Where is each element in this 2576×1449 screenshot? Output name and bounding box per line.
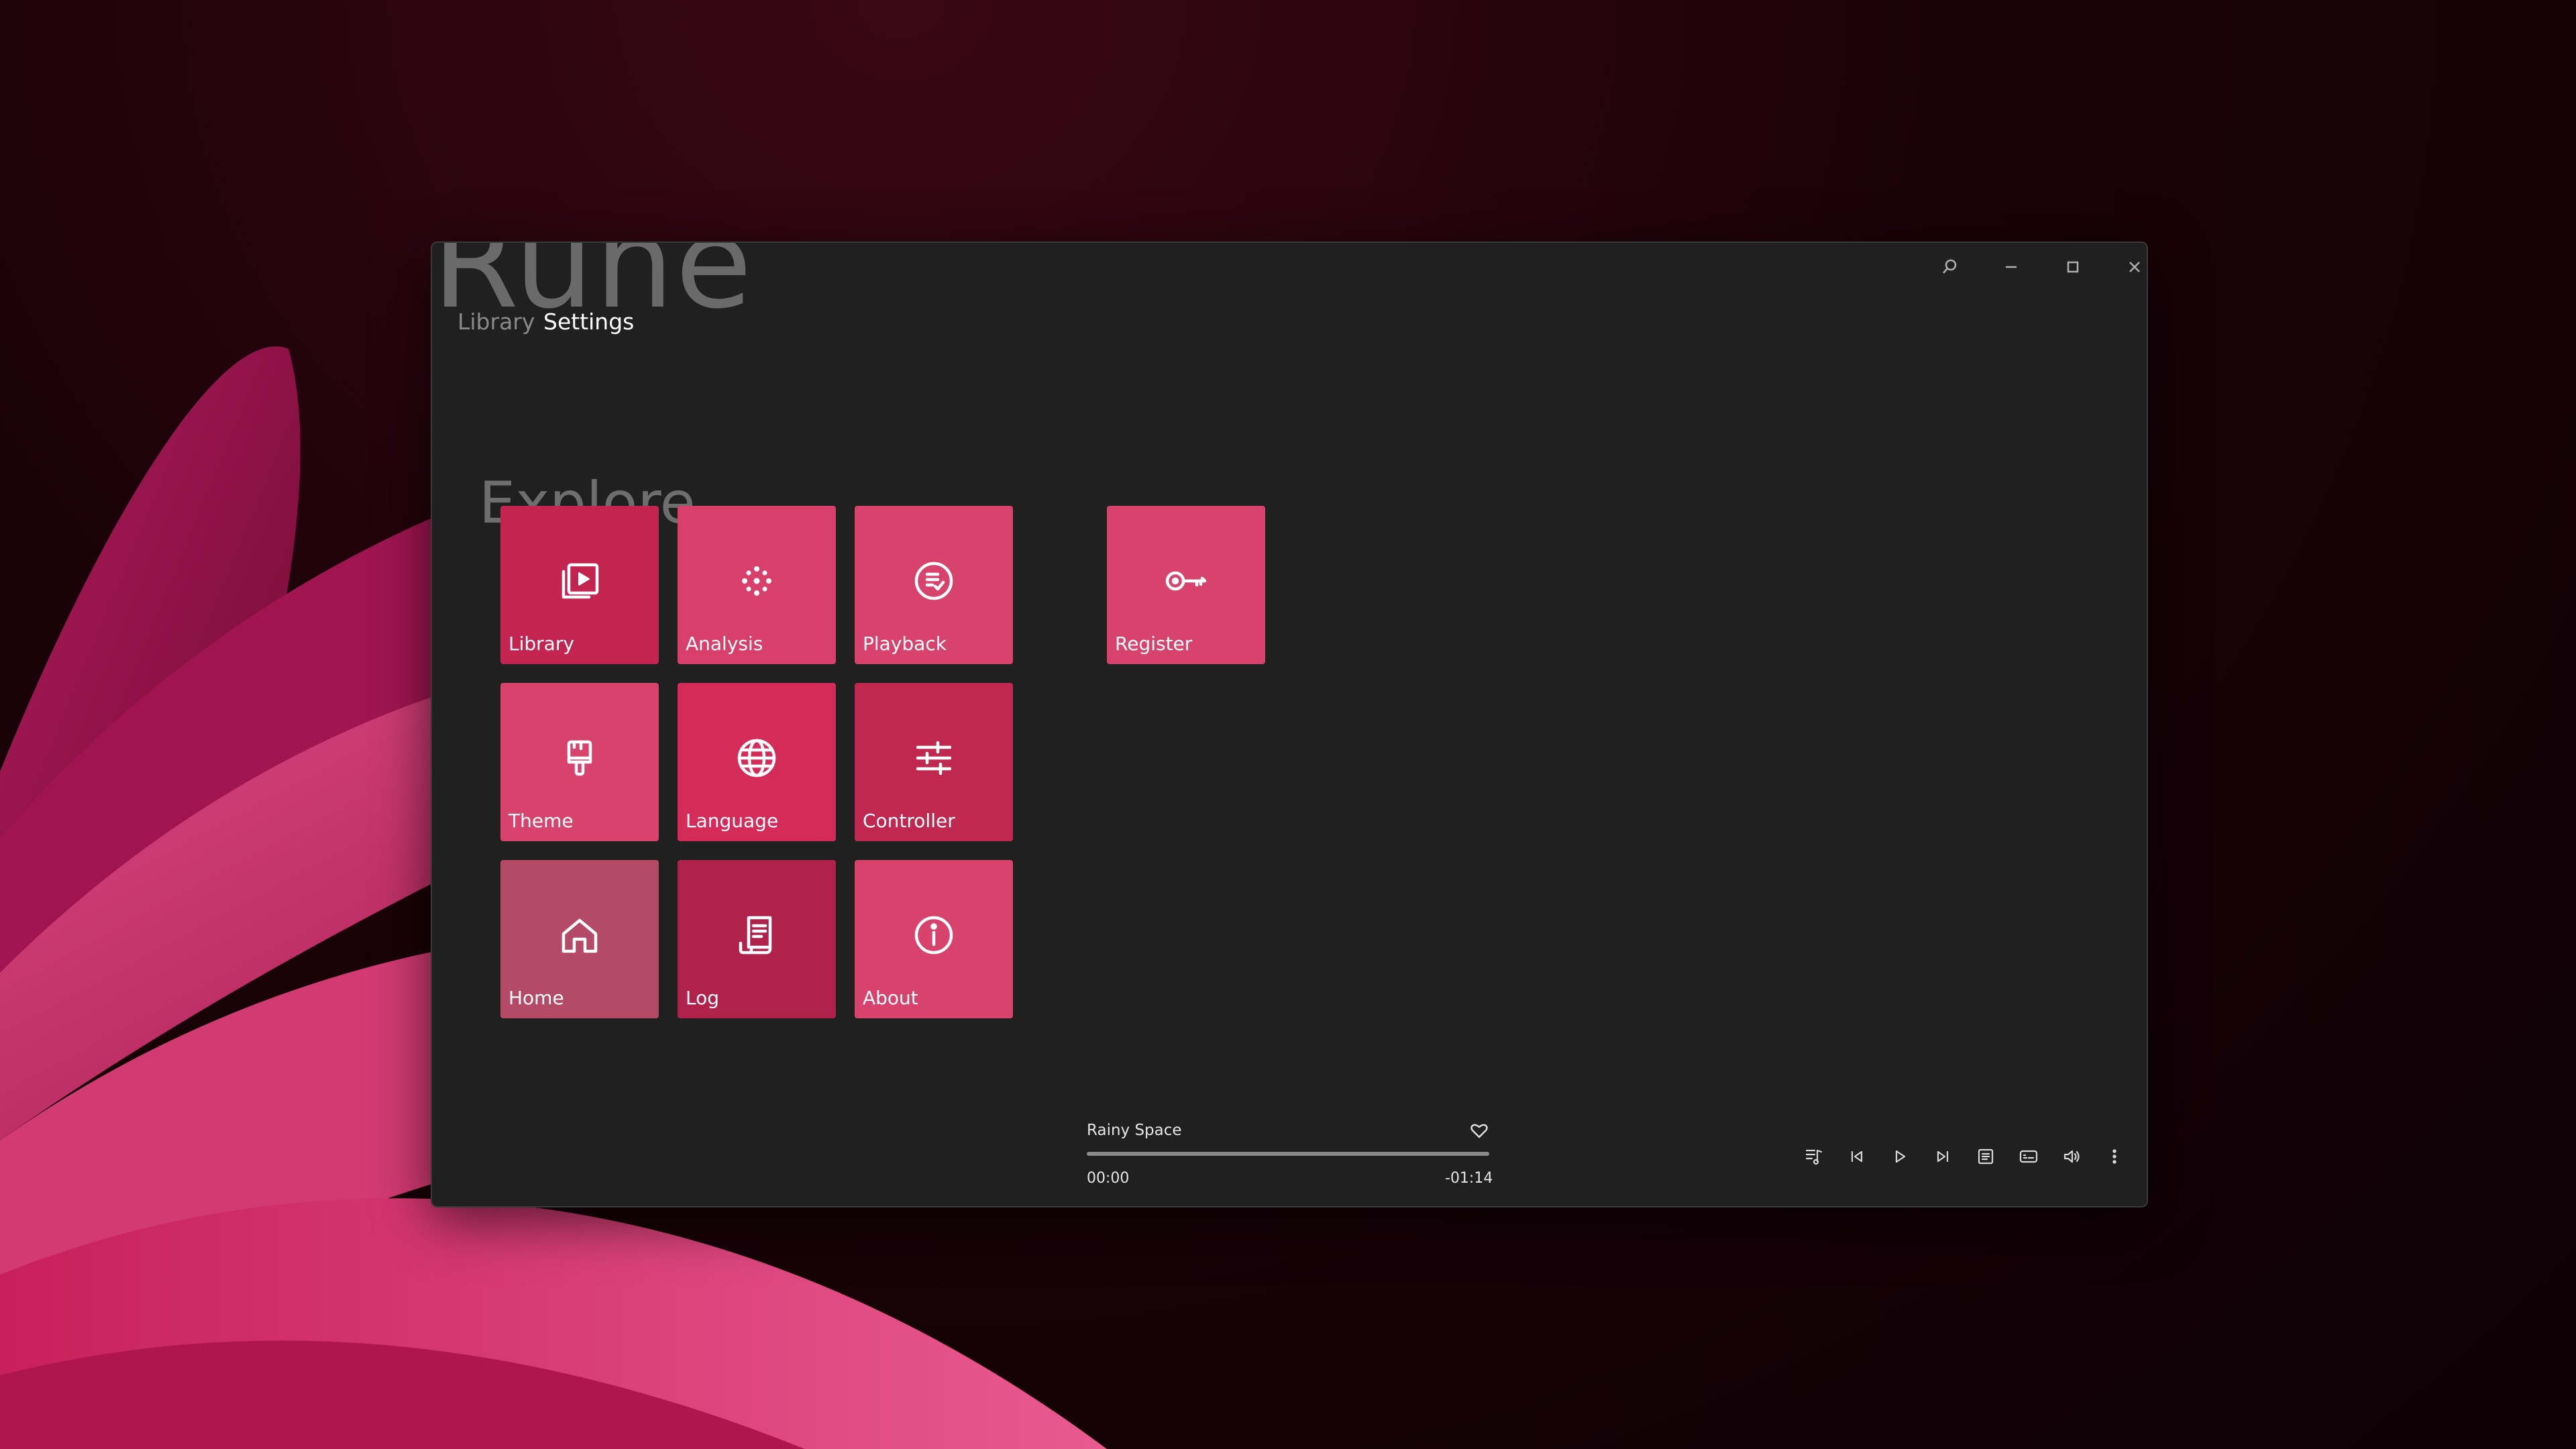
search-icon <box>1943 259 1957 274</box>
paint-brush-icon <box>554 733 605 784</box>
progress-slider[interactable] <box>1087 1152 1489 1156</box>
search-button[interactable] <box>1923 247 1976 287</box>
app-window: Rune Library Settings Explore Library An <box>431 241 2148 1208</box>
globe-icon <box>731 733 782 784</box>
previous-button[interactable] <box>1838 1138 1876 1175</box>
next-icon <box>1937 1150 1949 1163</box>
volume-button[interactable] <box>2053 1138 2090 1175</box>
nav-item-library[interactable]: Library <box>458 309 535 335</box>
favorite-button[interactable] <box>1469 1120 1489 1140</box>
time-elapsed: 00:00 <box>1087 1170 1130 1187</box>
tile-label: Playback <box>863 633 947 655</box>
sliders-icon <box>908 733 959 784</box>
queue-button[interactable] <box>1967 1138 2004 1175</box>
next-button[interactable] <box>1924 1138 1962 1175</box>
tile-label: Register <box>1115 633 1193 655</box>
volume-icon <box>2063 1150 2080 1163</box>
home-icon <box>554 910 605 961</box>
tile-analysis[interactable]: Analysis <box>678 506 836 664</box>
minimize-button[interactable] <box>1984 247 2038 287</box>
tile-label: Controller <box>863 810 955 832</box>
minimize-icon <box>2006 266 2017 268</box>
tile-label: Theme <box>508 810 574 832</box>
library-icon <box>554 555 605 606</box>
analysis-icon <box>731 555 782 606</box>
close-icon <box>2129 262 2140 272</box>
queue-icon <box>1978 1148 1994 1165</box>
log-icon <box>731 910 782 961</box>
play-button[interactable] <box>1881 1138 1919 1175</box>
tile-playback[interactable]: Playback <box>855 506 1013 664</box>
tile-label: About <box>863 987 918 1009</box>
tile-about[interactable]: About <box>855 860 1013 1018</box>
lyrics-icon <box>2019 1150 2038 1163</box>
heart-icon <box>1470 1124 1488 1138</box>
tile-controller[interactable]: Controller <box>855 683 1013 841</box>
info-icon <box>908 910 959 961</box>
tile-log[interactable]: Log <box>678 860 836 1018</box>
close-button[interactable] <box>2108 247 2147 287</box>
tile-label: Home <box>508 987 564 1009</box>
more-icon <box>2112 1149 2116 1164</box>
tile-home[interactable]: Home <box>500 860 659 1018</box>
more-button[interactable] <box>2096 1138 2133 1175</box>
tile-label: Analysis <box>686 633 763 655</box>
tile-theme[interactable]: Theme <box>500 683 659 841</box>
tile-register[interactable]: Register <box>1107 506 1265 664</box>
play-icon <box>1895 1150 1906 1163</box>
track-title: Rainy Space <box>1087 1122 1182 1139</box>
playlist-icon <box>1805 1149 1823 1165</box>
key-icon <box>1161 555 1212 606</box>
maximize-button[interactable] <box>2046 247 2100 287</box>
tile-library[interactable]: Library <box>500 506 659 664</box>
nav-item-settings[interactable]: Settings <box>543 309 634 335</box>
tile-label: Log <box>686 987 720 1009</box>
tile-label: Library <box>508 633 574 655</box>
lyrics-button[interactable] <box>2010 1138 2047 1175</box>
time-remaining: -01:14 <box>1445 1170 1493 1187</box>
maximize-icon <box>2067 261 2079 273</box>
tile-language[interactable]: Language <box>678 683 836 841</box>
tile-label: Language <box>686 810 779 832</box>
previous-icon <box>1851 1150 1863 1163</box>
playback-icon <box>908 555 959 606</box>
playlist-button[interactable] <box>1795 1138 1833 1175</box>
